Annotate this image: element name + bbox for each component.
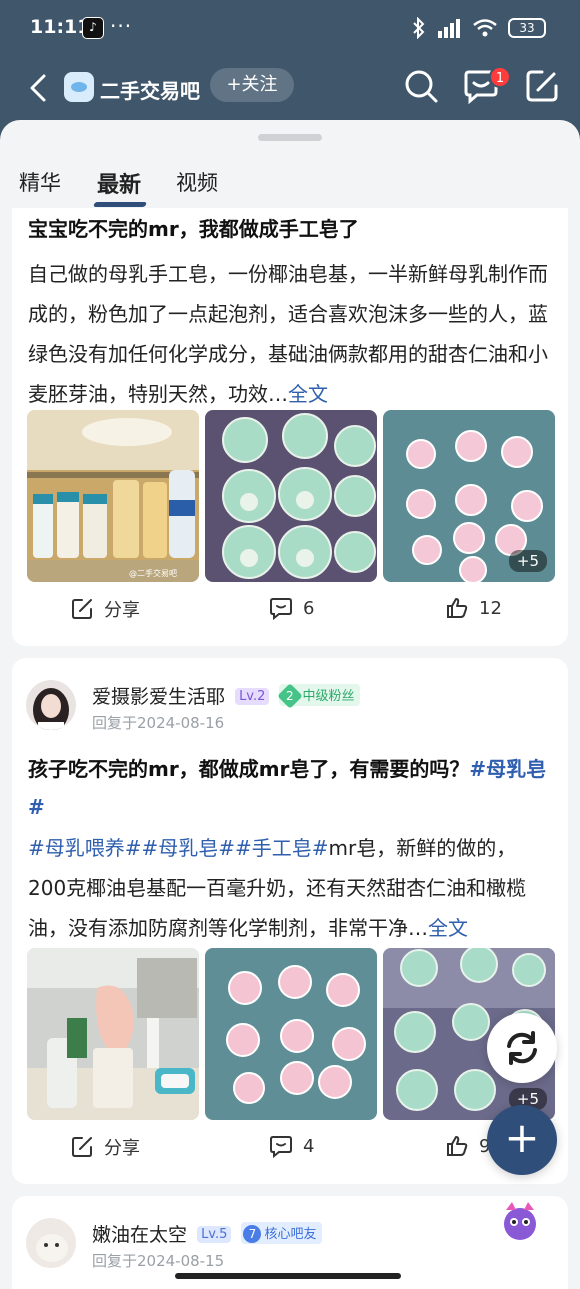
reply-date: 回复于2024-08-16 <box>92 714 225 732</box>
post-image-fridge[interactable]: @二手交易吧 <box>27 410 199 582</box>
fan-level-icon: 2 <box>277 683 304 709</box>
more-images-count[interactable]: +5 <box>508 550 547 572</box>
home-indicator[interactable] <box>175 1273 401 1279</box>
follow-button[interactable]: +关注 <box>210 68 294 102</box>
comment-count: 6 <box>303 597 315 619</box>
fan-level-number: 2 <box>286 688 295 703</box>
content-sheet: 精华 最新 视频 宝宝吃不完的mr，我都做成手工皂了 自己做的母乳手工皂，一份椰… <box>0 120 580 1289</box>
user-level-badge: Lv.5 <box>197 1226 232 1243</box>
member-level-icon: 7 <box>243 1225 262 1243</box>
share-label: 分享 <box>104 1138 140 1159</box>
username[interactable]: 爱摄影爱生活耶 Lv.2 2 中级粉丝 <box>92 682 361 709</box>
image-watermark: @二手交易吧 <box>129 568 177 578</box>
post-images: +5 <box>27 948 555 1120</box>
tab-bar: 精华 最新 视频 <box>0 150 580 210</box>
bluetooth-icon <box>413 17 425 39</box>
post-title[interactable]: 孩子吃不完的mr，都做成mr皂了，有需要的吗？#母乳皂# <box>28 750 552 826</box>
like-count: 12 <box>479 597 502 619</box>
comment-button[interactable]: 6 <box>269 596 314 620</box>
post-card[interactable]: 爱摄影爱生活耶 Lv.2 2 中级粉丝 回复于2024-08-16 孩子吃不完的m… <box>12 658 568 1184</box>
forum-name[interactable]: 二手交易吧 <box>100 75 200 104</box>
forum-logo[interactable] <box>64 72 94 102</box>
post-card[interactable]: 宝宝吃不完的mr，我都做成手工皂了 自己做的母乳手工皂，一份椰油皂基，一半新鲜母… <box>12 208 568 646</box>
like-button[interactable]: 12 <box>445 596 502 620</box>
like-icon <box>447 1136 468 1156</box>
post-author[interactable]: 爱摄影爱生活耶 Lv.2 2 中级粉丝 回复于2024-08-16 <box>26 680 546 736</box>
share-button[interactable]: 分享 <box>70 596 140 622</box>
post-image-soap-green[interactable] <box>205 410 377 582</box>
share-icon <box>72 599 92 619</box>
username[interactable]: 嫩油在太空 Lv.5 7 核心吧友 <box>92 1220 323 1247</box>
user-level-badge: Lv.2 <box>235 688 270 705</box>
fan-tag-text: 中级粉丝 <box>302 689 355 704</box>
back-icon[interactable] <box>22 70 58 106</box>
comment-icon <box>270 1136 292 1158</box>
add-post-button[interactable]: + <box>487 1105 557 1175</box>
post-actions: 分享 4 9 <box>12 1134 568 1170</box>
tab-video[interactable]: 视频 <box>176 167 218 197</box>
search-icon[interactable] <box>403 68 439 104</box>
status-bar: 11:11 ♪ ··· 33 <box>0 0 580 58</box>
refresh-icon <box>507 1031 537 1065</box>
more-notifications-icon: ··· <box>110 14 133 38</box>
post-actions: 分享 6 12 <box>12 596 568 632</box>
post-title[interactable]: 宝宝吃不完的mr，我都做成手工皂了 <box>28 210 552 248</box>
member-tag: 7 核心吧友 <box>241 1222 323 1244</box>
like-icon <box>447 598 468 618</box>
wifi-icon <box>473 19 497 37</box>
share-button[interactable]: 分享 <box>70 1134 140 1160</box>
topic-tags[interactable]: #母乳喂养##母乳皂##手工皂# <box>28 836 329 860</box>
like-button[interactable]: 9 <box>445 1134 490 1158</box>
mascot-sticker-icon <box>504 1202 536 1240</box>
username-text: 爱摄影爱生活耶 <box>92 686 226 708</box>
tab-indicator <box>93 202 147 207</box>
share-icon <box>72 1137 92 1157</box>
tiktok-icon: ♪ <box>82 17 104 39</box>
avatar[interactable] <box>26 1218 76 1268</box>
read-more-link[interactable]: 全文 <box>428 916 468 940</box>
comment-button[interactable]: 4 <box>269 1134 314 1158</box>
post-author[interactable]: 嫩油在太空 Lv.5 7 核心吧友 回复于2024-08-15 <box>26 1218 546 1274</box>
add-icon: + <box>504 1113 540 1162</box>
member-tag-text: 核心吧友 <box>264 1227 317 1242</box>
comment-icon <box>270 598 292 620</box>
top-bar: 二手交易吧 +关注 1 <box>0 58 580 120</box>
post-images: @二手交易吧 +5 <box>27 410 555 582</box>
username-text: 嫩油在太空 <box>92 1224 188 1246</box>
signal-icon <box>438 19 460 38</box>
avatar[interactable] <box>26 680 76 730</box>
comment-count: 4 <box>303 1135 315 1157</box>
post-image-soap-pink[interactable] <box>205 948 377 1120</box>
edit-icon[interactable] <box>524 68 560 104</box>
read-more-link[interactable]: 全文 <box>288 382 328 406</box>
post-body[interactable]: #母乳喂养##母乳皂##手工皂#mr皂，新鲜的做的，200克椰油皂基配一百毫升奶… <box>28 828 554 948</box>
post-image-soap-pink[interactable]: +5 <box>383 410 555 582</box>
refresh-button[interactable] <box>487 1013 557 1083</box>
fan-tag: 2 中级粉丝 <box>277 683 361 709</box>
post-image-bottles[interactable] <box>27 948 199 1120</box>
drag-handle[interactable] <box>258 134 322 141</box>
post-title-text: 孩子吃不完的mr，都做成mr皂了，有需要的吗？ <box>28 757 470 781</box>
share-label: 分享 <box>104 600 140 621</box>
battery-icon: 33 <box>508 18 546 38</box>
post-body[interactable]: 自己做的母乳手工皂，一份椰油皂基，一半新鲜母乳制作而成的，粉色加了一点起泡剂，适… <box>28 254 554 414</box>
reply-date: 回复于2024-08-15 <box>92 1252 225 1270</box>
tab-featured[interactable]: 精华 <box>19 167 61 197</box>
tab-latest[interactable]: 最新 <box>97 167 141 199</box>
message-badge: 1 <box>489 66 511 88</box>
